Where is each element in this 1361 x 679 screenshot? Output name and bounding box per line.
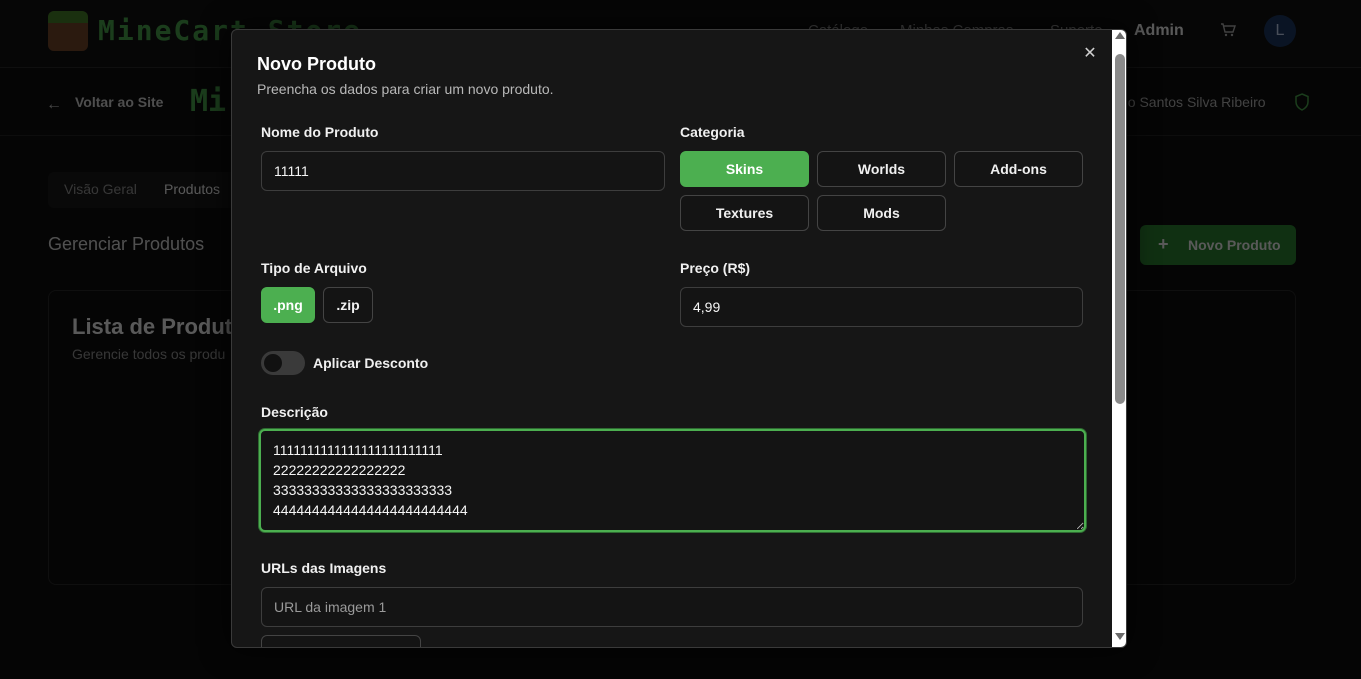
category-chip-skins[interactable]: Skins	[680, 151, 809, 187]
product-name-input[interactable]	[261, 151, 665, 191]
scroll-down-arrow-icon[interactable]	[1115, 633, 1125, 640]
scrollbar-thumb[interactable]	[1115, 54, 1125, 404]
admin-logo-text: Mi	[190, 84, 227, 119]
plus-icon: +	[1158, 234, 1169, 254]
file-type-label: Tipo de Arquivo	[261, 260, 367, 276]
toggle-knob	[264, 354, 282, 372]
category-chip-mods[interactable]: Mods	[817, 195, 946, 231]
new-product-label: Novo Produto	[1188, 237, 1281, 253]
description-label: Descrição	[261, 404, 328, 420]
page-title: Gerenciar Produtos	[48, 234, 205, 254]
back-to-site-link[interactable]: Voltar ao Site	[75, 94, 163, 110]
shield-icon	[1295, 93, 1309, 111]
dialog-description: Preencha os dados para criar um novo pro…	[257, 81, 554, 97]
avatar[interactable]: L	[1264, 15, 1296, 47]
price-input[interactable]	[680, 287, 1083, 327]
cart-icon[interactable]	[1220, 22, 1236, 38]
dialog-scrollbar[interactable]	[1112, 30, 1126, 647]
description-textarea[interactable]: 1111111111111111111111111 22222222222222…	[259, 429, 1086, 532]
category-label: Categoria	[680, 124, 745, 140]
product-list-title: Lista de Produt	[72, 314, 233, 339]
discount-toggle-label: Aplicar Desconto	[313, 355, 429, 371]
back-arrow-icon[interactable]: ←	[46, 96, 62, 114]
category-chip-textures[interactable]: Textures	[680, 195, 809, 231]
admin-link[interactable]: Admin	[1134, 22, 1184, 40]
category-chip-add-ons[interactable]: Add-ons	[954, 151, 1083, 187]
admin-user-name: no Santos Silva Ribeiro	[1120, 94, 1266, 110]
price-label: Preço (R$)	[680, 260, 751, 276]
product-list-subtitle: Gerencie todos os produ	[72, 346, 226, 362]
tab-visao-geral[interactable]: Visão Geral	[64, 181, 137, 197]
discount-toggle[interactable]	[261, 351, 305, 375]
file-type-chip-png[interactable]: .png	[261, 287, 315, 323]
tab-produtos[interactable]: Produtos	[164, 181, 220, 197]
file-type-chip-zip[interactable]: .zip	[323, 287, 373, 323]
dialog-title: Novo Produto	[257, 54, 376, 74]
category-chip-worlds[interactable]: Worlds	[817, 151, 946, 187]
app-screen: MineCart Store Catálogo Minhas Compras S…	[0, 0, 1361, 679]
image-url-input-1[interactable]	[261, 587, 1083, 627]
new-product-dialog: ✕ Novo Produto Preencha os dados para cr…	[231, 29, 1127, 648]
dialog-content: ✕ Novo Produto Preencha os dados para cr…	[232, 30, 1112, 647]
image-urls-label: URLs das Imagens	[261, 560, 387, 576]
close-icon[interactable]: ✕	[1080, 44, 1100, 64]
add-image-url-button[interactable]: Adicionar Imagem	[261, 635, 421, 647]
logo-icon[interactable]	[48, 11, 88, 51]
product-name-label: Nome do Produto	[261, 124, 379, 140]
scroll-up-arrow-icon[interactable]	[1115, 32, 1125, 39]
new-product-button[interactable]: + Novo Produto	[1140, 225, 1296, 265]
